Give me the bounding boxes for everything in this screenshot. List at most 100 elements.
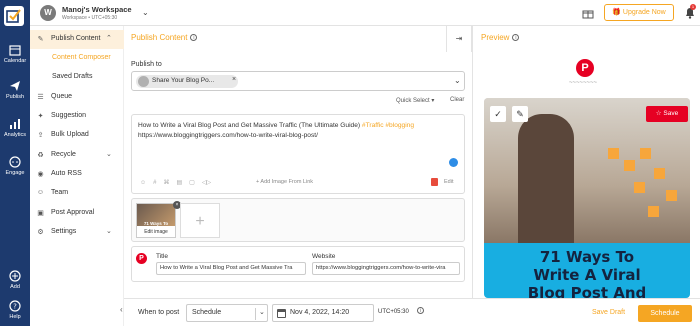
media-attachments: 71 Ways To Edit image × +: [131, 198, 465, 242]
pin-save-button[interactable]: ☆ Save: [646, 106, 688, 122]
info-icon[interactable]: i: [417, 307, 424, 314]
team-icon: ☺: [36, 189, 45, 196]
pinterest-logo-icon: P: [576, 59, 594, 77]
quick-select-button[interactable]: Quick Select ▾: [396, 97, 434, 104]
pin-headline-line: Blog Post And: [527, 284, 647, 298]
schedule-button[interactable]: Schedule: [638, 305, 692, 322]
date-picker[interactable]: Nov 4, 2022, 14:20: [272, 304, 374, 322]
workspace-name[interactable]: Manoj's Workspace: [62, 5, 132, 14]
edit-image-button[interactable]: Edit image: [137, 229, 175, 235]
sticky-note: [634, 182, 645, 193]
video-icon[interactable]: ◁▷: [202, 180, 211, 186]
verified-check-icon: [449, 158, 458, 167]
sidebar-item-bulk-upload[interactable]: ⇪ Bulk Upload: [30, 126, 124, 145]
calendar-icon: [277, 309, 286, 318]
emoji-icon[interactable]: ☺: [140, 180, 146, 186]
sidebar-item-team[interactable]: ☺ Team: [30, 184, 124, 203]
pin-save-label: Save: [663, 110, 679, 117]
sidebar-item-recycle[interactable]: ♻ Recycle ⌄: [30, 146, 124, 165]
link-icon[interactable]: ⌘: [163, 180, 169, 186]
image-thumbnail[interactable]: 71 Ways To Edit image ×: [136, 201, 181, 238]
post-body: How to Write a Viral Blog Post and Get M…: [138, 122, 361, 129]
account-select[interactable]: Share Your Blog Po... × ⌄: [131, 71, 465, 91]
schedule-select[interactable]: Schedule ⌄: [186, 304, 268, 322]
pin-website-label: Website: [312, 253, 336, 260]
rail-label: Analytics: [3, 132, 26, 138]
sidebar-item-label: Team: [51, 189, 69, 196]
side-nav: ✎ Publish Content ⌃ Content Composer Sav…: [30, 26, 124, 326]
sidebar-item-post-approval[interactable]: ▣ Post Approval: [30, 204, 124, 223]
remove-account-icon[interactable]: ×: [232, 76, 236, 83]
chevron-down-icon: ⌄: [106, 228, 112, 235]
sticky-note: [666, 190, 677, 201]
rail-item-help[interactable]: ? Help: [0, 300, 30, 320]
rail-item-engage[interactable]: Engage: [0, 156, 30, 176]
collapse-preview-icon[interactable]: ⇥: [446, 26, 472, 52]
plus-circle-icon: [9, 270, 21, 282]
rail-label: Add: [10, 284, 20, 290]
left-rail: Calendar Publish Analytics Engage Add ? …: [0, 0, 30, 326]
bottom-bar: When to post Schedule ⌄ Nov 4, 2022, 14:…: [124, 298, 700, 326]
gift-icon[interactable]: [582, 7, 594, 19]
image-icon[interactable]: ▢: [189, 180, 195, 186]
upgrade-button[interactable]: 🎁 Upgrade Now: [604, 4, 674, 21]
pin-website-input[interactable]: https://www.bloggingtriggers.com/how-to-…: [312, 262, 460, 275]
sticky-note: [624, 160, 635, 171]
sidebar-subitem-content-composer[interactable]: Content Composer: [52, 54, 111, 61]
preview-title: Preview i: [481, 33, 520, 42]
rail-item-analytics[interactable]: Analytics: [0, 118, 30, 138]
hash-icon[interactable]: #: [153, 180, 156, 186]
edit-icon: ✎: [37, 36, 44, 43]
sidebar-item-publish-content[interactable]: ✎ Publish Content ⌃: [30, 30, 124, 49]
media-icon[interactable]: ▤: [176, 180, 182, 186]
app-logo[interactable]: [4, 6, 24, 26]
rail-item-add[interactable]: Add: [0, 270, 30, 290]
pin-headline-line: Write A Viral: [533, 266, 641, 284]
post-editor[interactable]: How to Write a Viral Blog Post and Get M…: [131, 114, 465, 194]
sidebar-item-label: Bulk Upload: [51, 131, 89, 138]
clear-button[interactable]: Clear: [450, 97, 464, 103]
chevron-down-icon[interactable]: ⌄: [142, 8, 149, 17]
chevron-down-icon[interactable]: ⌄: [454, 76, 461, 85]
sidebar-item-suggestion[interactable]: ✦ Suggestion: [30, 107, 124, 126]
lightbulb-icon: ✦: [37, 113, 44, 120]
pencil-icon[interactable]: ✎: [512, 106, 528, 122]
pinterest-fields: P Title How to Write a Viral Blog Post a…: [131, 246, 465, 282]
save-draft-button[interactable]: Save Draft: [592, 309, 625, 316]
section-title: Publish Content i: [131, 33, 198, 42]
workspace-avatar[interactable]: W: [40, 5, 56, 21]
collapse-sidebar-icon[interactable]: ‹: [120, 305, 123, 314]
pin-title-label: Title: [156, 253, 169, 260]
sidebar-item-label: Recycle: [51, 151, 76, 158]
check-icon[interactable]: ✓: [490, 106, 506, 122]
rail-label: Calendar: [3, 58, 27, 64]
upgrade-label: Upgrade Now: [622, 9, 666, 16]
post-text[interactable]: How to Write a Viral Blog Post and Get M…: [138, 121, 458, 140]
pin-title-input[interactable]: How to Write a Viral Blog Post and Get M…: [156, 262, 306, 275]
info-icon[interactable]: i: [190, 34, 198, 42]
sidebar-subitem-saved-drafts[interactable]: Saved Drafts: [52, 73, 92, 80]
trash-icon[interactable]: [431, 178, 438, 186]
rail-label: Publish: [5, 94, 25, 100]
composer-title: Publish Content: [131, 33, 188, 42]
account-chip: Share Your Blog Po... ×: [136, 75, 238, 88]
rail-item-calendar[interactable]: Calendar: [0, 44, 30, 64]
sidebar-item-label: Suggestion: [51, 112, 87, 119]
timezone-label: UTC+05:30: [378, 309, 409, 315]
sidebar-item-queue[interactable]: ☰ Queue: [30, 88, 124, 107]
sidebar-item-auto-rss[interactable]: ◉ Auto RSS: [30, 165, 124, 184]
add-media-button[interactable]: +: [180, 203, 220, 238]
editor-toolbar: ☺ # ⌘ ▤ ▢ ◁▷: [140, 179, 218, 186]
sidebar-item-settings[interactable]: ⚙ Settings ⌄: [30, 223, 124, 242]
info-icon[interactable]: i: [512, 34, 520, 42]
thumbnail-caption: 71 Ways To: [143, 221, 169, 226]
calendar-icon: [9, 45, 21, 56]
chat-icon: [9, 156, 21, 168]
rail-item-publish[interactable]: Publish: [0, 80, 30, 100]
when-to-post-label: When to post: [138, 309, 180, 316]
add-image-from-link[interactable]: + Add Image From Link: [256, 179, 313, 185]
sticky-note: [608, 148, 619, 159]
preview-panel: Preview i P ~~~~~~~~ ✓ ✎ ☆ Save 71 Ways T…: [472, 26, 700, 298]
sidebar-item-label: Publish Content: [51, 35, 101, 42]
edit-button[interactable]: Edit: [444, 179, 453, 185]
